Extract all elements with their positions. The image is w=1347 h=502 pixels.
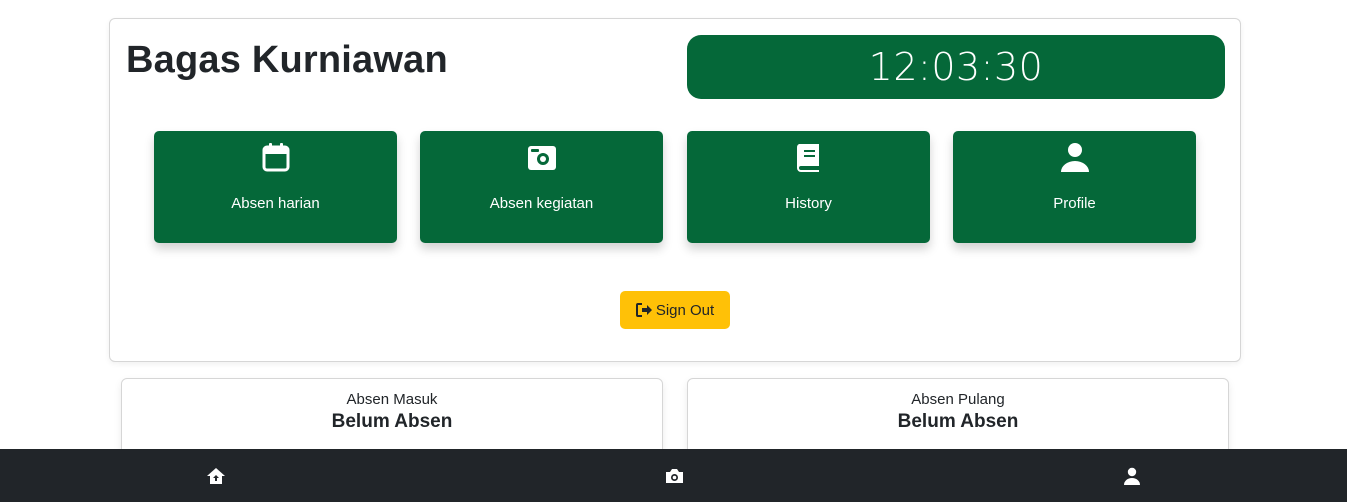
menu-label: Absen harian	[231, 195, 320, 212]
bottom-nav	[0, 449, 1347, 502]
camera-icon	[527, 146, 556, 170]
home-icon	[207, 467, 225, 484]
main-card: Bagas Kurniawan 12:03:30 Absen harian Ab…	[109, 18, 1241, 362]
absen-pulang-card: Absen Pulang Belum Absen	[687, 378, 1229, 458]
history-button[interactable]: History	[687, 131, 930, 243]
absen-pulang-status: Belum Absen	[897, 411, 1019, 432]
menu-label: History	[785, 195, 832, 212]
user-name: Bagas Kurniawan	[126, 39, 448, 81]
menu-label: Profile	[1053, 195, 1096, 212]
absen-masuk-card: Absen Masuk Belum Absen	[121, 378, 663, 458]
absen-kegiatan-button[interactable]: Absen kegiatan	[420, 131, 663, 243]
absen-harian-button[interactable]: Absen harian	[154, 131, 397, 243]
camera-icon	[665, 468, 683, 483]
user-icon	[1060, 143, 1089, 172]
nav-home[interactable]	[186, 449, 246, 502]
menu-label: Absen kegiatan	[489, 195, 594, 212]
absen-masuk-label: Absen Masuk	[346, 391, 438, 408]
sign-out-label: Sign Out	[655, 301, 715, 319]
sign-out-button[interactable]: Sign Out	[620, 291, 730, 329]
nav-profile[interactable]	[1102, 449, 1162, 502]
nav-camera[interactable]	[644, 449, 704, 502]
user-icon	[1124, 467, 1140, 485]
profile-button[interactable]: Profile	[953, 131, 1196, 243]
calendar-icon	[262, 143, 289, 172]
absen-masuk-status: Belum Absen	[331, 411, 453, 432]
absen-pulang-label: Absen Pulang	[911, 391, 1005, 408]
book-icon	[796, 144, 819, 172]
sign-out-icon	[635, 303, 652, 317]
clock-display: 12:03:30	[687, 35, 1225, 99]
